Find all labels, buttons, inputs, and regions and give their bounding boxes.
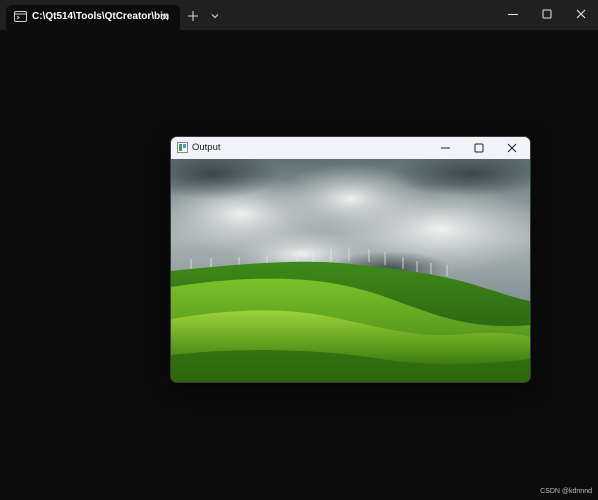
app-icon bbox=[177, 142, 188, 153]
output-minimize-button[interactable] bbox=[431, 137, 461, 159]
close-icon bbox=[507, 143, 517, 153]
output-title: Output bbox=[192, 142, 221, 153]
output-maximize-button[interactable] bbox=[464, 137, 494, 159]
tab-title: C:\Qt514\Tools\QtCreator\bin bbox=[32, 11, 170, 22]
output-close-button[interactable] bbox=[497, 137, 527, 159]
terminal-titlebar[interactable]: C:\Qt514\Tools\QtCreator\bin bbox=[0, 0, 598, 30]
landscape-image bbox=[171, 159, 530, 382]
close-icon bbox=[576, 9, 586, 19]
chevron-down-icon[interactable] bbox=[209, 10, 221, 22]
minimize-icon bbox=[441, 147, 450, 149]
tab-close-icon[interactable] bbox=[158, 10, 172, 24]
new-tab-icon[interactable] bbox=[186, 9, 200, 23]
terminal-icon bbox=[14, 11, 27, 22]
output-window[interactable]: Output bbox=[171, 137, 530, 382]
output-titlebar[interactable]: Output bbox=[171, 137, 530, 159]
close-button[interactable] bbox=[564, 0, 598, 30]
maximize-icon bbox=[542, 9, 552, 19]
watermark: CSDN @kdnnnd bbox=[540, 488, 592, 495]
minimize-icon bbox=[508, 14, 518, 15]
maximize-button[interactable] bbox=[530, 0, 564, 30]
minimize-button[interactable] bbox=[496, 0, 530, 30]
maximize-icon bbox=[474, 143, 484, 153]
terminal-tab[interactable]: C:\Qt514\Tools\QtCreator\bin bbox=[6, 5, 180, 30]
